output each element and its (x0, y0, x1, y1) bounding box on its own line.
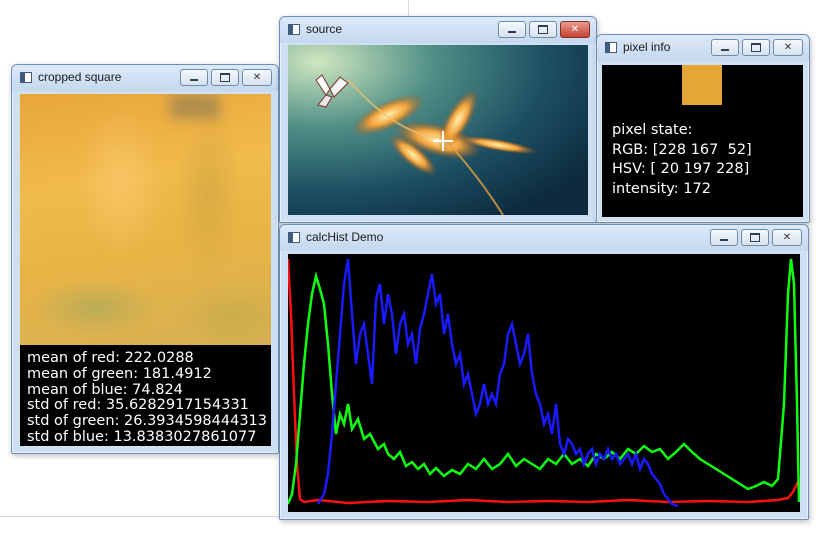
close-icon: ✕ (252, 71, 262, 83)
window-title: calcHist Demo (306, 230, 384, 244)
close-button[interactable]: ✕ (560, 21, 590, 38)
maximize-icon (220, 73, 230, 82)
source-image (288, 45, 588, 215)
minimize-icon (721, 49, 729, 51)
source-image-area[interactable] (288, 45, 588, 215)
close-button[interactable]: ✕ (772, 229, 802, 246)
calchist-titlebar[interactable]: calcHist Demo ✕ (280, 225, 808, 251)
mean-red-text: mean of red: 222.0288 (27, 350, 194, 366)
maximize-button[interactable] (211, 69, 239, 86)
window-title: pixel info (623, 40, 671, 54)
pixel-color-swatch (682, 65, 722, 105)
app-window-icon (288, 232, 300, 243)
hsv-value: HSV: [ 20 197 228] (612, 161, 750, 177)
background-divider-vertical (408, 0, 409, 16)
minimize-icon (190, 79, 198, 81)
close-button[interactable]: ✕ (773, 39, 803, 56)
app-window-icon (20, 72, 32, 83)
pixel-info-titlebar[interactable]: pixel info ✕ (597, 35, 809, 61)
app-window-icon (288, 24, 300, 35)
maximize-button[interactable] (741, 229, 769, 246)
close-icon: ✕ (570, 23, 580, 35)
histogram-plot (288, 258, 800, 508)
cropped-image-area (20, 94, 271, 345)
pixel-info-panel: pixel state: RGB: [228 167 52] HSV: [ 20… (602, 65, 803, 217)
mean-green-text: mean of green: 181.4912 (27, 365, 212, 382)
histogram-area (288, 254, 800, 512)
minimize-button[interactable] (711, 39, 739, 56)
window-title: source (306, 22, 343, 36)
minimize-icon (720, 239, 728, 241)
background-divider-horizontal (0, 516, 280, 517)
minimize-button[interactable] (498, 21, 526, 38)
minimize-icon (508, 31, 516, 33)
cropped-dark-patch (170, 94, 220, 119)
cropped-square-titlebar[interactable]: cropped square ✕ (12, 65, 278, 91)
std-green-text: std of green: 26.3934598444313 (27, 413, 268, 430)
blue-channel-curve (316, 258, 679, 508)
maximize-button[interactable] (742, 39, 770, 56)
mean-blue-text: mean of blue: 74.824 (27, 381, 183, 398)
std-blue-text: std of blue: 13.8383027861077 (27, 428, 257, 445)
close-icon: ✕ (782, 231, 792, 243)
source-window[interactable]: source ✕ (279, 16, 597, 223)
pixel-info-window[interactable]: pixel info ✕ pixel state: RGB: [228 167 … (596, 34, 810, 223)
pixel-state-label: pixel state: (612, 122, 693, 138)
app-window-icon (605, 42, 617, 53)
close-button[interactable]: ✕ (242, 69, 272, 86)
minimize-button[interactable] (710, 229, 738, 246)
green-channel-curve (288, 258, 800, 505)
window-title: cropped square (38, 70, 122, 84)
maximize-icon (750, 233, 760, 242)
close-icon: ✕ (783, 41, 793, 53)
maximize-icon (751, 43, 761, 52)
calchist-window[interactable]: calcHist Demo ✕ (279, 224, 809, 520)
stats-panel: mean of red: 222.0288 mean of green: 181… (20, 345, 271, 446)
minimize-button[interactable] (180, 69, 208, 86)
source-titlebar[interactable]: source ✕ (280, 17, 596, 43)
intensity-value: intensity: 172 (612, 180, 711, 197)
maximize-button[interactable] (529, 21, 557, 38)
maximize-icon (538, 25, 548, 34)
rgb-value: RGB: [228 167 52] (612, 141, 752, 158)
std-red-text: std of red: 35.6282917154331 (27, 397, 249, 414)
cropped-square-window[interactable]: cropped square ✕ mean of red: 222.0288 m… (11, 64, 279, 454)
